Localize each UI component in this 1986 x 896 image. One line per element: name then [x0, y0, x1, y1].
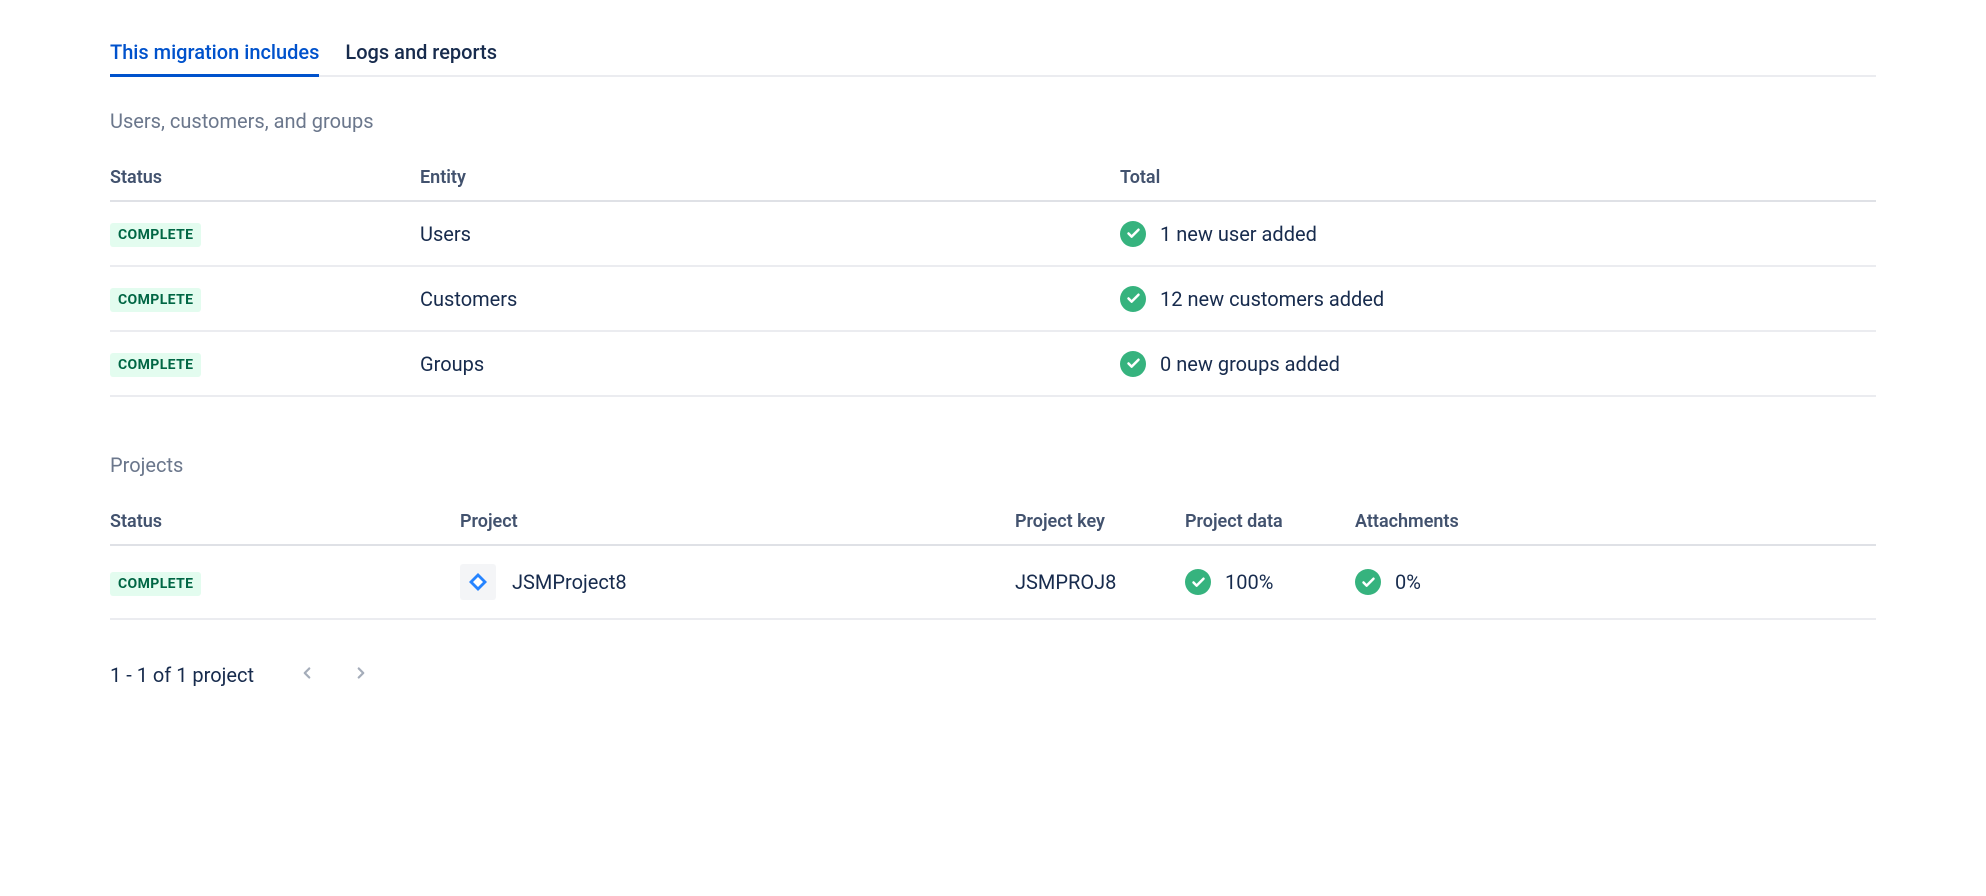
- th-status: Status: [110, 501, 460, 545]
- check-icon: [1120, 286, 1146, 312]
- th-total: Total: [1120, 157, 1876, 201]
- project-key: JSMPROJ8: [1015, 545, 1185, 619]
- project-name: JSMProject8: [512, 570, 627, 594]
- check-icon: [1355, 569, 1381, 595]
- th-key: Project key: [1015, 501, 1185, 545]
- th-data: Project data: [1185, 501, 1355, 545]
- section-projects-title: Projects: [110, 453, 1876, 477]
- th-status: Status: [110, 157, 420, 201]
- th-entity: Entity: [420, 157, 1120, 201]
- table-row: COMPLETE Groups 0 new groups added: [110, 331, 1876, 396]
- check-icon: [1120, 221, 1146, 247]
- project-type-icon: [460, 564, 496, 600]
- section-users-title: Users, customers, and groups: [110, 109, 1876, 133]
- status-badge: COMPLETE: [110, 288, 201, 312]
- pagination-info: 1 - 1 of 1 project: [110, 663, 254, 687]
- projects-table: Status Project Project key Project data …: [110, 501, 1876, 620]
- total-text: 0 new groups added: [1160, 352, 1340, 376]
- chevron-left-icon: [298, 664, 316, 685]
- pagination-next-button[interactable]: [348, 660, 374, 689]
- check-icon: [1185, 569, 1211, 595]
- section-users: Users, customers, and groups Status Enti…: [110, 109, 1876, 397]
- table-row: COMPLETE Users 1 new user added: [110, 201, 1876, 266]
- pagination-prev-button[interactable]: [294, 660, 320, 689]
- th-project: Project: [460, 501, 1015, 545]
- attachments-value: 0%: [1395, 570, 1421, 594]
- users-table: Status Entity Total COMPLETE Users 1 new…: [110, 157, 1876, 397]
- pagination: 1 - 1 of 1 project: [110, 660, 1876, 689]
- th-attachments: Attachments: [1355, 501, 1876, 545]
- table-row: COMPLETE JSMProject8 JSMPROJ8: [110, 545, 1876, 619]
- entity-cell: Groups: [420, 331, 1120, 396]
- check-icon: [1120, 351, 1146, 377]
- tabs-bar: This migration includes Logs and reports: [110, 40, 1876, 77]
- project-data-value: 100%: [1225, 570, 1273, 594]
- tab-migration-includes[interactable]: This migration includes: [110, 40, 319, 77]
- section-projects: Projects Status Project Project key Proj…: [110, 453, 1876, 689]
- entity-cell: Customers: [420, 266, 1120, 331]
- entity-cell: Users: [420, 201, 1120, 266]
- total-text: 1 new user added: [1160, 222, 1317, 246]
- status-badge: COMPLETE: [110, 353, 201, 377]
- tab-logs-reports[interactable]: Logs and reports: [345, 40, 497, 77]
- chevron-right-icon: [352, 664, 370, 685]
- status-badge: COMPLETE: [110, 223, 201, 247]
- table-row: COMPLETE Customers 12 new customers adde…: [110, 266, 1876, 331]
- total-text: 12 new customers added: [1160, 287, 1384, 311]
- status-badge: COMPLETE: [110, 572, 201, 596]
